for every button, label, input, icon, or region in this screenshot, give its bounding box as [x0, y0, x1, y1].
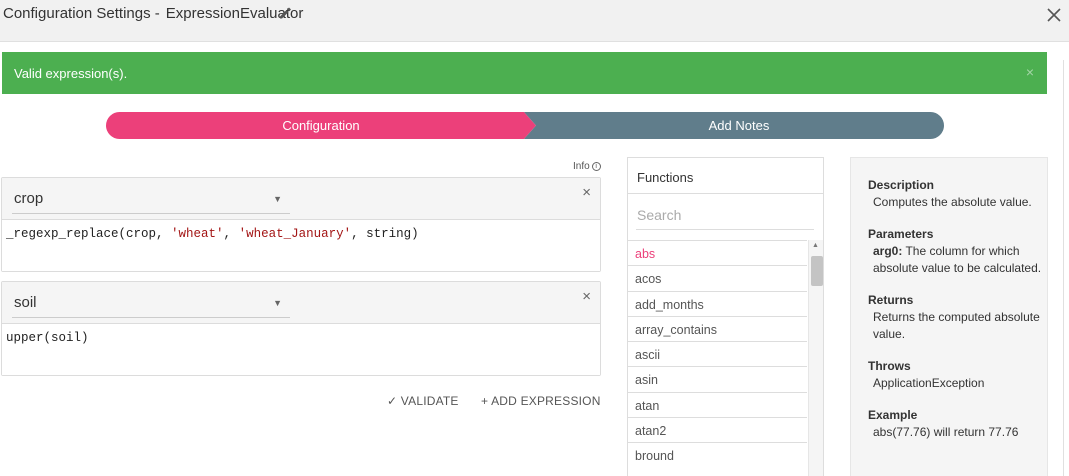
info-circle-icon: i: [591, 161, 601, 171]
check-icon: ✓: [387, 394, 401, 408]
remove-expression-icon[interactable]: ×: [582, 288, 591, 305]
title-prefix: Configuration Settings -: [3, 5, 160, 22]
throws-heading: Throws: [868, 359, 911, 373]
add-expression-label: ADD EXPRESSION: [491, 394, 601, 408]
param-name: arg0:: [873, 244, 903, 258]
code-text: upper(soil): [6, 331, 89, 345]
function-item[interactable]: ascii: [628, 341, 807, 366]
function-item[interactable]: bround: [628, 442, 807, 467]
close-icon[interactable]: [1045, 6, 1063, 24]
function-item[interactable]: asin: [628, 366, 807, 391]
info-label: Info: [573, 161, 590, 172]
validate-button[interactable]: ✓ VALIDATE: [387, 394, 459, 408]
returns-text: Returns the computed absolute value.: [873, 310, 1040, 341]
expression-editor[interactable]: upper(soil): [2, 324, 600, 375]
column-select-value: crop: [14, 190, 44, 207]
function-description-panel: Description Computes the absolute value.…: [850, 157, 1048, 476]
code-string: 'wheat': [171, 227, 224, 241]
function-item[interactable]: abs: [628, 240, 807, 265]
code-text: , string): [351, 227, 419, 241]
description-heading: Description: [868, 178, 935, 192]
info-link[interactable]: Info i: [573, 161, 601, 172]
parameters-text: arg0: The column for which absolute valu…: [868, 243, 1047, 277]
throws-text: ApplicationException: [873, 376, 985, 390]
expression-card: soil ▼ × upper(soil): [1, 281, 601, 376]
caret-down-icon: ▼: [273, 194, 282, 204]
returns-heading: Returns: [868, 293, 914, 307]
step-add-notes[interactable]: Add Notes: [524, 112, 944, 139]
caret-down-icon: ▼: [273, 298, 282, 308]
wizard-steps: Configuration Add Notes: [106, 112, 944, 139]
function-list-scrollbar[interactable]: ▲: [808, 240, 823, 476]
dialog-title: Configuration Settings - ExpressionEvalua…: [3, 5, 303, 22]
success-alert: Valid expression(s). ×: [2, 52, 1047, 94]
expression-editor[interactable]: _regexp_replace(crop, 'wheat', 'wheat_Ja…: [2, 220, 600, 271]
step-configuration[interactable]: Configuration: [106, 112, 536, 139]
parameters-heading: Parameters: [868, 227, 934, 241]
column-select-value: soil: [14, 294, 37, 311]
example-text: abs(77.76) will return 77.76: [873, 425, 1019, 439]
column-select[interactable]: soil ▼: [12, 288, 290, 318]
function-search-input[interactable]: Search: [636, 202, 814, 230]
function-list: abs acos add_months array_contains ascii…: [628, 240, 807, 468]
example-heading: Example: [868, 408, 918, 422]
code-string: 'wheat_January': [238, 227, 352, 241]
function-item[interactable]: atan2: [628, 417, 807, 442]
function-item[interactable]: atan: [628, 391, 807, 417]
functions-heading: Functions: [628, 158, 823, 194]
expression-card: crop ▼ × _regexp_replace(crop, 'wheat', …: [1, 177, 601, 272]
alert-message: Valid expression(s).: [14, 66, 128, 81]
scroll-up-icon[interactable]: ▲: [812, 242, 819, 249]
function-item[interactable]: add_months: [628, 290, 807, 316]
add-expression-button[interactable]: + ADD EXPRESSION: [481, 394, 601, 408]
remove-expression-icon[interactable]: ×: [582, 184, 591, 201]
plus-icon: +: [481, 394, 492, 408]
dialog-header: Configuration Settings - ExpressionEvalua…: [0, 0, 1069, 42]
validate-label: VALIDATE: [400, 394, 459, 408]
code-text: _regexp_replace(crop,: [6, 227, 172, 241]
code-text: ,: [223, 227, 239, 241]
functions-panel: Functions Search abs acos add_months arr…: [627, 157, 824, 476]
column-select[interactable]: crop ▼: [12, 184, 290, 214]
function-item[interactable]: array_contains: [628, 315, 807, 341]
scrollbar-thumb[interactable]: [811, 256, 823, 286]
pencil-icon[interactable]: [278, 6, 292, 20]
function-item[interactable]: acos: [628, 265, 807, 290]
description-text: Computes the absolute value.: [873, 195, 1032, 209]
alert-dismiss-icon[interactable]: ×: [1026, 64, 1034, 80]
page-scrollbar[interactable]: [1063, 60, 1067, 476]
